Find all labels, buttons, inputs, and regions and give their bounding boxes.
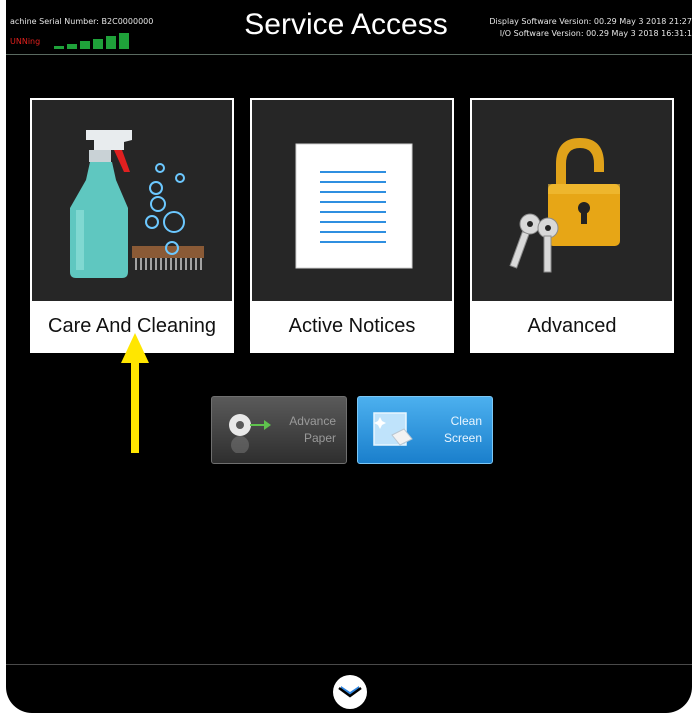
signal-strength-icon xyxy=(54,33,134,49)
document-icon xyxy=(295,143,413,269)
page-title: Service Access xyxy=(244,8,448,41)
advanced-label: Advanced xyxy=(472,301,672,351)
footer-divider xyxy=(6,664,692,665)
clean-screen-label: Clean Screen xyxy=(443,414,482,445)
machine-serial-number: achine Serial Number: B2C0000000 xyxy=(10,17,154,26)
running-status: UNNing xyxy=(10,37,41,46)
io-software-version: I/O Software Version: 00.29 May 3 2018 1… xyxy=(499,29,692,38)
active-notices-tile[interactable]: Active Notices xyxy=(250,98,454,353)
software-versions: Display Software Version: 00.29 May 3 20… xyxy=(472,16,692,40)
care-and-cleaning-tile[interactable]: Care And Cleaning xyxy=(30,98,234,353)
header-bar: achine Serial Number: B2C0000000 UNNing … xyxy=(6,0,692,55)
advanced-tile[interactable]: Advanced xyxy=(470,98,674,353)
spray-bottle-brush-icon xyxy=(70,130,204,278)
advance-paper-button[interactable]: Advance Paper xyxy=(211,396,347,464)
chevron-down-icon[interactable] xyxy=(332,674,368,710)
active-notices-label: Active Notices xyxy=(252,301,452,351)
service-access-screen: achine Serial Number: B2C0000000 UNNing … xyxy=(6,0,692,713)
clean-screen-button[interactable]: Clean Screen xyxy=(357,396,493,464)
yellow-arrow-icon xyxy=(121,333,149,453)
padlock-keys-icon xyxy=(509,138,620,273)
advance-paper-label: Advance Paper xyxy=(289,414,336,445)
display-software-version: Display Software Version: 00.29 May 3 20… xyxy=(489,17,692,26)
